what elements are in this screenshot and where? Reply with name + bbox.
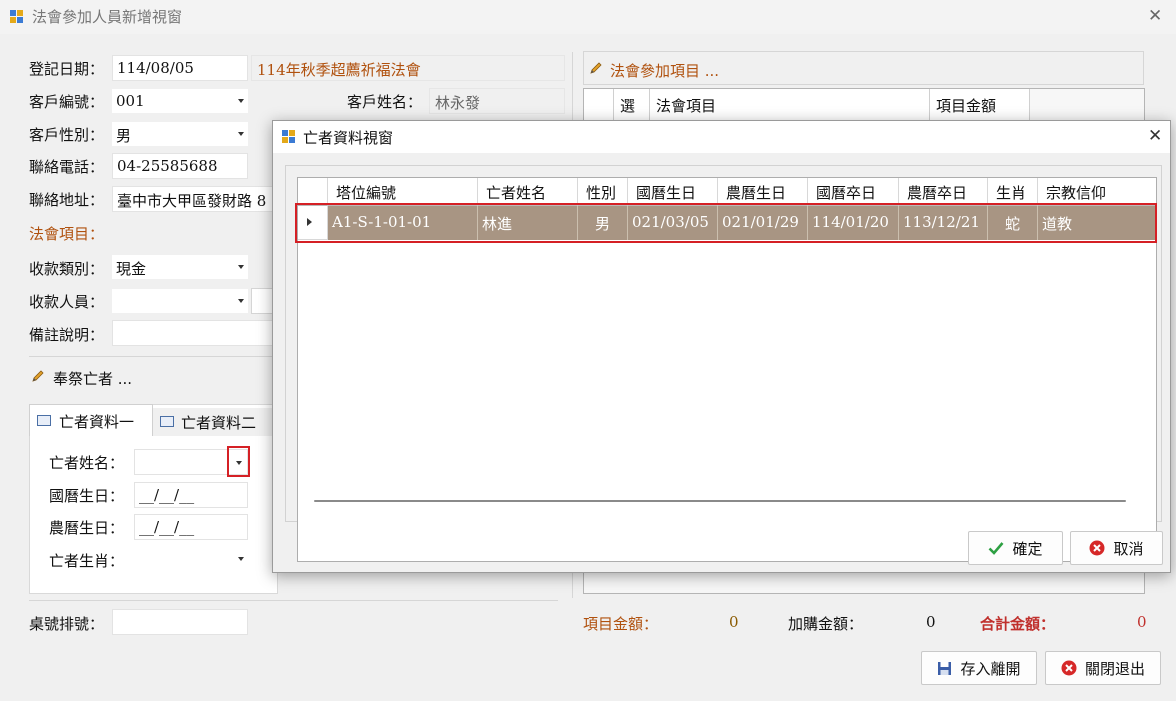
dialog-title: 亡者資料視窗 xyxy=(303,129,394,147)
col-header-religion[interactable]: 宗教信仰 xyxy=(1038,178,1156,206)
save-exit-label: 存入離開 xyxy=(960,659,1021,678)
gender-combo[interactable]: 男 xyxy=(112,122,248,146)
tab-label: 亡者資料一 xyxy=(59,413,135,431)
close-exit-button[interactable]: 關閉退出 xyxy=(1045,651,1161,685)
deceased-section-title: 奉祭亡者 ... xyxy=(53,370,133,388)
solar-birth-label: 國曆生日： xyxy=(49,487,125,505)
reg-date-field[interactable]: 114/08/05 xyxy=(112,55,248,81)
payee-label: 收款人員： xyxy=(29,293,105,311)
lunar-birth-field[interactable]: __/__/__ xyxy=(134,514,248,540)
col-header-name[interactable]: 亡者姓名 xyxy=(478,178,578,206)
main-title-bar: 法會參加人員新增視窗 ✕ xyxy=(0,0,1176,34)
app-icon xyxy=(282,130,296,144)
zodiac-combo[interactable] xyxy=(134,547,248,571)
item-amount-value: 0 xyxy=(729,613,739,631)
col-header-solar-death[interactable]: 國曆卒日 xyxy=(808,178,899,206)
cancel-label: 取消 xyxy=(1113,539,1144,558)
close-exit-label: 關閉退出 xyxy=(1084,659,1145,678)
ritual-header-select: 選 xyxy=(614,89,650,122)
deceased-data-dialog: 亡者資料視窗 ✕ 塔位編號 亡者姓名 性別 國曆生日 農曆生日 國曆卒日 農曆卒… xyxy=(272,120,1171,573)
chevron-down-icon xyxy=(238,265,244,269)
customer-no-value: 001 xyxy=(116,92,145,110)
col-header-solar-birth[interactable]: 國曆生日 xyxy=(628,178,718,206)
phone-field[interactable]: 04-25585688 xyxy=(112,153,248,179)
confirm-label: 確定 xyxy=(1012,539,1043,558)
confirm-button[interactable]: 確定 xyxy=(968,531,1063,565)
save-exit-button[interactable]: 存入離開 xyxy=(921,651,1037,685)
main-close-icon[interactable]: ✕ xyxy=(1148,6,1162,26)
customer-no-label: 客戶編號： xyxy=(29,93,105,111)
solar-birth-field[interactable]: __/__/__ xyxy=(134,482,248,508)
event-name-field: 114年秋季超薦祈福法會 xyxy=(251,55,565,81)
deceased-name-label: 亡者姓名： xyxy=(49,454,125,472)
table-no-field[interactable] xyxy=(112,609,248,635)
ritual-header-amount: 項目金額 xyxy=(930,89,1030,122)
row-header-corner xyxy=(298,178,328,206)
customer-name-label: 客戶姓名： xyxy=(347,93,423,111)
divider xyxy=(29,356,278,357)
address-field[interactable]: 臺中市大甲區發財路 8 xyxy=(112,186,277,212)
chevron-down-icon xyxy=(238,299,244,303)
gender-value: 男 xyxy=(116,127,132,145)
chevron-down-icon xyxy=(236,461,242,465)
tab-label: 亡者資料二 xyxy=(181,414,257,432)
table-no-label: 桌號排號： xyxy=(29,615,105,633)
tab-deceased-1[interactable]: 亡者資料一 xyxy=(29,404,153,436)
payment-type-combo[interactable]: 現金 xyxy=(112,255,248,279)
lunar-birth-label: 農曆生日： xyxy=(49,519,125,537)
chevron-down-icon xyxy=(238,99,244,103)
item-amount-label: 項目金額： xyxy=(583,615,659,633)
payee-extra-field[interactable] xyxy=(251,288,273,314)
check-icon xyxy=(989,542,1004,555)
addon-amount-label: 加購金額： xyxy=(788,615,864,633)
app-icon xyxy=(10,10,24,24)
ritual-panel-title: 法會參加項目 ... xyxy=(610,62,720,80)
remarks-field[interactable] xyxy=(112,320,277,346)
form-icon xyxy=(160,416,174,427)
payee-combo[interactable] xyxy=(112,289,248,313)
total-amount-value: 0 xyxy=(1137,613,1147,631)
payment-type-label: 收款類別： xyxy=(29,260,105,278)
main-window-title: 法會參加人員新增視窗 xyxy=(32,8,183,26)
dialog-title-bar: 亡者資料視窗 ✕ xyxy=(273,121,1170,153)
pencil-icon xyxy=(31,369,45,383)
payment-type-value: 現金 xyxy=(116,260,147,278)
col-header-lunar-birth[interactable]: 農曆生日 xyxy=(718,178,808,206)
form-icon xyxy=(37,415,51,426)
save-icon xyxy=(938,661,952,675)
address-label: 聯絡地址： xyxy=(29,191,105,209)
gender-label: 客戶性別： xyxy=(29,126,105,144)
total-amount-label: 合計金額： xyxy=(980,615,1056,633)
cancel-icon xyxy=(1061,660,1077,676)
cancel-button[interactable]: 取消 xyxy=(1070,531,1163,565)
col-header-lunar-death[interactable]: 農曆卒日 xyxy=(899,178,988,206)
col-header-gender[interactable]: 性別 xyxy=(578,178,628,206)
chevron-down-icon xyxy=(238,557,244,561)
zodiac-label: 亡者生肖： xyxy=(49,552,125,570)
dialog-close-icon[interactable]: ✕ xyxy=(1148,126,1162,146)
deceased-grid[interactable]: 塔位編號 亡者姓名 性別 國曆生日 農曆生日 國曆卒日 農曆卒日 生肖 宗教信仰… xyxy=(295,177,1157,562)
customer-name-field: 林永發 xyxy=(429,88,565,114)
remarks-label: 備註說明： xyxy=(29,326,105,344)
deceased-name-dropdown-button[interactable] xyxy=(227,446,250,477)
col-header-zodiac[interactable]: 生肖 xyxy=(988,178,1038,206)
horizontal-scrollbar[interactable] xyxy=(314,500,1126,502)
ritual-header-item: 法會項目 xyxy=(650,89,930,122)
addon-amount-value: 0 xyxy=(926,613,936,631)
chevron-down-icon xyxy=(238,132,244,136)
reg-date-label: 登記日期： xyxy=(29,60,105,78)
customer-no-combo[interactable]: 001 xyxy=(112,89,248,113)
col-header-niche[interactable]: 塔位編號 xyxy=(328,178,478,206)
cancel-icon xyxy=(1089,540,1105,556)
tab-deceased-2[interactable]: 亡者資料二 xyxy=(153,408,278,436)
ritual-items-label: 法會項目： xyxy=(29,225,105,243)
pencil-icon xyxy=(589,61,603,75)
selected-row-highlight xyxy=(295,203,1157,243)
divider xyxy=(29,600,558,601)
phone-label: 聯絡電話： xyxy=(29,158,105,176)
